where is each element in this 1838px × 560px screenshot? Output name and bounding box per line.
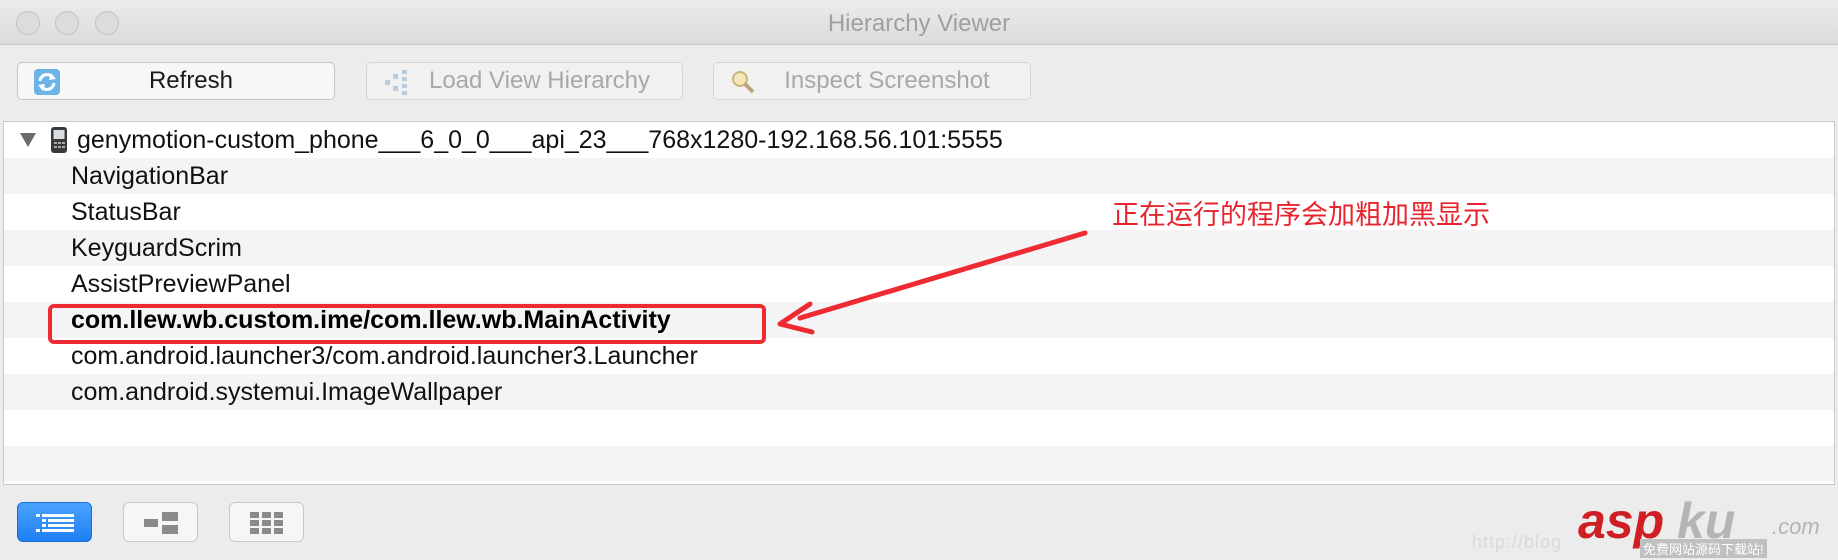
watermark-url: http://blog bbox=[1472, 532, 1563, 552]
annotation-arrow bbox=[777, 230, 1088, 335]
watermark: http://blog asp ku .com 免费网站源码下载站! bbox=[1472, 492, 1832, 558]
hierarchy-viewer-window: Hierarchy Viewer Refresh Load View Hiera… bbox=[0, 0, 1838, 560]
watermark-tagline: 免费网站源码下载站! bbox=[1640, 539, 1767, 558]
watermark-brand-com: .com bbox=[1772, 514, 1820, 539]
annotation-text: 正在运行的程序会加粗加黑显示 bbox=[1112, 200, 1490, 231]
